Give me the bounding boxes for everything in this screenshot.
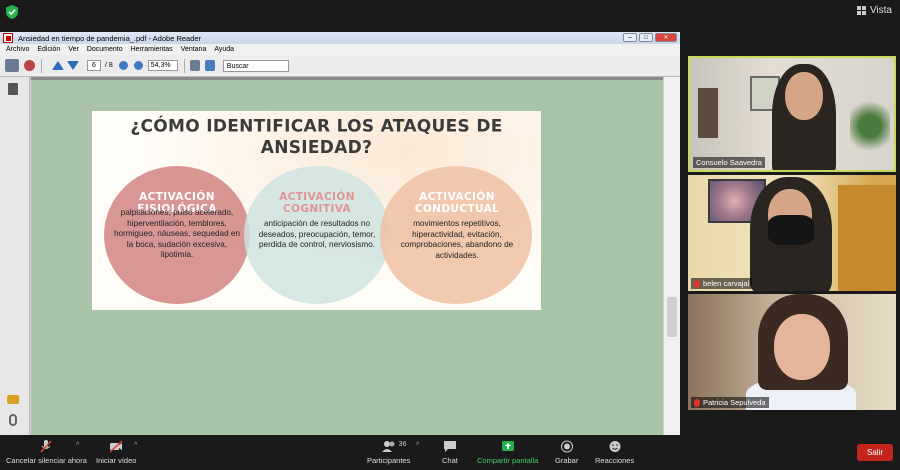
next-page-icon[interactable] <box>67 61 79 70</box>
zoom-in-icon[interactable] <box>133 61 143 70</box>
behavioral-title: ACTIVACIÓN CONDUCTUAL <box>414 191 500 215</box>
participant-name-tag: Patricia Sepulveda <box>691 397 769 408</box>
participants-label: Participantes <box>367 456 411 465</box>
participant-name-tag: belen carvajal <box>691 278 753 289</box>
participant-video-tile[interactable]: Consuelo Saavedra <box>688 56 896 172</box>
meeting-controls-bar: Cancelar silenciar ahora ^ Iniciar vídeo… <box>0 436 900 470</box>
video-furniture <box>698 88 718 138</box>
reader-toolbar: 6 / 8 54,3% Buscar <box>0 55 680 77</box>
zoom-level-select[interactable]: 54,3% <box>147 60 178 71</box>
maximize-button[interactable]: □ <box>639 33 653 42</box>
meeting-top-bar: Vista <box>0 0 900 26</box>
reactions-label: Reacciones <box>595 456 635 465</box>
print-icon[interactable] <box>5 59 19 72</box>
audio-options-chevron-icon[interactable]: ^ <box>76 442 79 449</box>
save-icon[interactable] <box>189 60 200 71</box>
menu-documento[interactable]: Documento <box>87 46 123 53</box>
participant-face <box>785 72 823 120</box>
shared-screen: Ansiedad en tiempo de pandemia_.pdf - Ad… <box>0 32 680 435</box>
fit-page-icon[interactable] <box>204 60 215 71</box>
microphone-muted-icon <box>40 440 52 453</box>
email-icon[interactable] <box>24 60 35 71</box>
video-off-icon <box>109 440 123 453</box>
participants-button[interactable]: 36 Participantes <box>367 440 410 465</box>
smiley-icon <box>609 441 621 452</box>
record-button[interactable]: Grabar <box>555 440 578 465</box>
participant-name-tag: Consuelo Saavedra <box>693 157 765 168</box>
menu-herramientas[interactable]: Herramientas <box>131 46 173 53</box>
face-mask <box>768 215 814 245</box>
share-screen-label: Compartir pantalla <box>477 456 539 465</box>
previous-page-icon[interactable] <box>52 61 64 70</box>
participant-name: Patricia Sepulveda <box>703 398 766 407</box>
page-number-input[interactable]: 6 <box>87 60 101 71</box>
search-input[interactable]: Buscar <box>222 59 289 72</box>
window-controls: – □ ✕ <box>623 33 677 42</box>
comments-icon[interactable] <box>7 395 19 404</box>
participants-options-chevron-icon[interactable]: ^ <box>416 442 419 449</box>
toolbar-divider <box>41 58 42 73</box>
security-shield-icon[interactable] <box>6 5 18 19</box>
muted-mic-icon <box>694 279 700 288</box>
attachments-icon[interactable] <box>9 414 17 426</box>
reactions-button[interactable]: Reacciones <box>595 440 634 465</box>
page-total: / 8 <box>105 62 113 69</box>
reader-side-panel <box>0 77 30 435</box>
share-screen-button[interactable]: Compartir pantalla <box>477 440 538 465</box>
slide-page: ¿CÓMO IDENTIFICAR LOS ATAQUES DE ANSIEDA… <box>92 111 541 310</box>
document-top-edge <box>31 77 663 80</box>
grid-view-icon <box>856 6 866 15</box>
chat-icon <box>443 441 456 452</box>
video-options-chevron-icon[interactable]: ^ <box>134 442 137 449</box>
chat-button[interactable]: Chat <box>442 440 458 465</box>
participants-count: 36 <box>398 441 407 448</box>
physiological-text: palpitaciones, pulso acelerado, hiperven… <box>113 208 241 260</box>
start-video-button[interactable]: Iniciar vídeo <box>96 440 136 465</box>
participant-name: Consuelo Saavedra <box>696 158 762 167</box>
toolbar-divider <box>183 58 185 73</box>
pdf-app-icon <box>3 33 13 43</box>
slide-title: ¿CÓMO IDENTIFICAR LOS ATAQUES DE ANSIEDA… <box>130 116 503 158</box>
menu-ventana[interactable]: Ventana <box>181 46 207 53</box>
record-icon <box>560 440 573 453</box>
participant-video-tile[interactable]: belen carvajal <box>688 175 896 291</box>
unmute-label: Cancelar silenciar ahora <box>6 456 87 465</box>
reader-window-title: Ansiedad en tiempo de pandemia_.pdf - Ad… <box>18 33 202 43</box>
menu-ayuda[interactable]: Ayuda <box>214 46 234 53</box>
cognitive-text: anticipación de resultados no deseados, … <box>258 219 376 250</box>
minimize-button[interactable]: – <box>623 33 637 42</box>
view-button[interactable]: Vista <box>856 5 892 16</box>
share-screen-icon <box>501 441 514 451</box>
unmute-button[interactable]: Cancelar silenciar ahora <box>6 440 87 465</box>
scrollbar-thumb[interactable] <box>667 297 677 337</box>
record-label: Grabar <box>555 456 579 465</box>
reader-title-bar: Ansiedad en tiempo de pandemia_.pdf - Ad… <box>0 32 680 44</box>
zoom-out-icon[interactable] <box>118 61 128 70</box>
close-window-button[interactable]: ✕ <box>655 33 677 42</box>
behavioral-text: movimientos repetitivos, hiperactividad,… <box>400 219 514 260</box>
menu-edicion[interactable]: Edición <box>37 46 60 53</box>
participants-icon: 36 <box>381 440 406 453</box>
cognitive-title: ACTIVACIÓN COGNITIVA <box>279 191 355 215</box>
participant-face <box>774 314 830 380</box>
video-door <box>838 185 896 291</box>
leave-button[interactable]: Salir <box>857 444 893 461</box>
menu-archivo[interactable]: Archivo <box>6 46 29 53</box>
view-label: Vista <box>869 5 892 16</box>
video-plant <box>850 96 890 156</box>
start-video-label: Iniciar vídeo <box>96 456 137 465</box>
chat-label: Chat <box>442 456 458 465</box>
participant-name: belen carvajal <box>703 279 750 288</box>
menu-ver[interactable]: Ver <box>68 46 79 53</box>
muted-mic-icon <box>694 398 700 407</box>
pages-panel-icon[interactable] <box>8 83 18 95</box>
reader-menu-bar: Archivo Edición Ver Documento Herramient… <box>0 44 680 55</box>
participant-video-tile[interactable]: Patricia Sepulveda <box>688 294 896 410</box>
document-scrollbar[interactable] <box>664 77 680 435</box>
